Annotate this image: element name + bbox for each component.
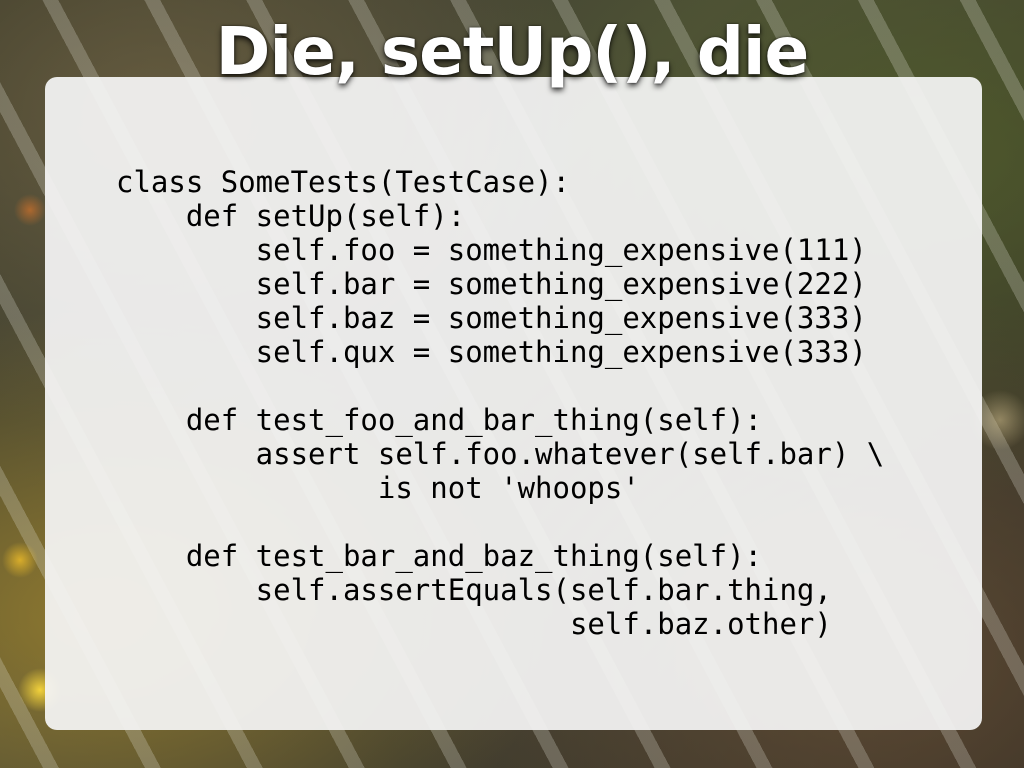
code-line: def test_foo_and_bar_thing(self): (116, 403, 763, 437)
code-line: self.qux = something_expensive(333) (116, 335, 867, 369)
code-line: assert self.foo.whatever(self.bar) \ (116, 437, 885, 471)
slide: Die, setUp(), die class SomeTests(TestCa… (0, 0, 1024, 768)
code-line: def setUp(self): (116, 199, 466, 233)
code-line: is not 'whoops' (116, 471, 640, 505)
code-line: self.assertEquals(self.bar.thing, (116, 573, 832, 607)
code-line: class SomeTests(TestCase): (116, 165, 570, 199)
code-line: self.foo = something_expensive(111) (116, 233, 867, 267)
code-block: class SomeTests(TestCase): def setUp(sel… (116, 165, 884, 641)
code-line: self.baz = something_expensive(333) (116, 301, 867, 335)
slide-title: Die, setUp(), die (215, 13, 810, 90)
code-line: self.baz.other) (116, 607, 832, 641)
code-line: self.bar = something_expensive(222) (116, 267, 867, 301)
code-line: def test_bar_and_baz_thing(self): (116, 539, 763, 573)
